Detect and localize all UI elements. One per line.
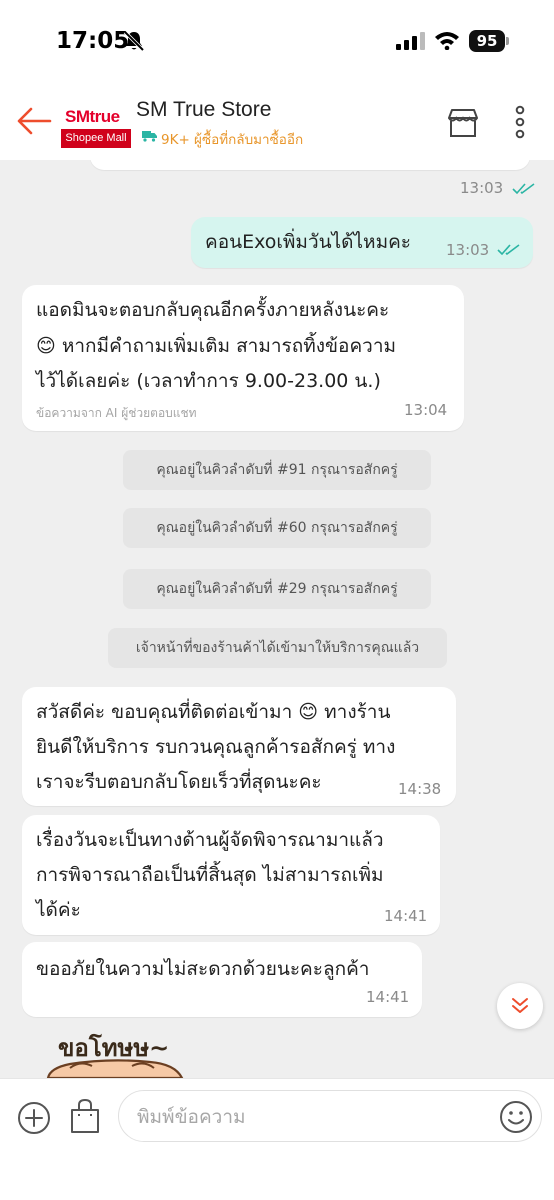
store-name[interactable]: SM True Store: [136, 98, 271, 122]
status-bar: 17:05 95: [0, 0, 554, 82]
store-logo[interactable]: SMtrue Shopee Mall: [61, 107, 131, 151]
double-chevron-down-icon: [512, 998, 528, 1013]
repeat-buyers-text: 9K+ ผู้ซื้อที่กลับมาซื้ออีก: [161, 132, 304, 148]
message-time: 13:04: [404, 401, 448, 419]
sticker-message[interactable]: ขอโทษษ~: [40, 1028, 190, 1078]
message-text: คอนExoเพิ่มวันได้ไหมคะ: [205, 231, 412, 253]
store-message-bubble: สวัสดีค่ะ ขอบคุณที่ติดต่อเข้ามา 😊 ทางร้า…: [22, 687, 456, 806]
system-queue-message: คุณอยู่ในคิวลำดับที่ #60 กรุณารอสักครู่: [123, 508, 431, 548]
message-line: ไว้ได้เลยค่ะ (เวลาทำการ 9.00-23.00 น.): [36, 370, 381, 392]
message-line: ขออภัยในความไม่สะดวกด้วยนะคะลูกค้า: [36, 958, 370, 980]
battery-cap: [506, 37, 509, 45]
message-time: 13:03: [460, 179, 504, 197]
message-line: ได้ค่ะ: [36, 899, 81, 921]
ai-note: ข้อความจาก AI ผู้ช่วยตอบแชท: [36, 406, 197, 420]
message-line: สวัสดีค่ะ ขอบคุณที่ติดต่อเข้ามา 😊 ทางร้า…: [36, 701, 391, 723]
user-message-bubble: คอนExoเพิ่มวันได้ไหมคะ 13:03: [191, 217, 533, 268]
message-line: ยินดีให้บริการ รบกวนคุณลูกค้ารอสักครู่ ท…: [36, 736, 396, 758]
store-message-bubble: ขออภัยในความไม่สะดวกด้วยนะคะลูกค้า 14:41: [22, 942, 422, 1017]
scroll-to-bottom-button[interactable]: [497, 983, 543, 1029]
message-input[interactable]: [137, 1101, 477, 1133]
message-time: 14:38: [398, 780, 442, 798]
shop-icon[interactable]: [446, 108, 480, 138]
battery-indicator: 95: [469, 30, 505, 52]
system-queue-message: คุณอยู่ในคิวลำดับที่ #91 กรุณารอสักครู่: [123, 450, 431, 490]
message-line: เราจะรีบตอบกลับโดยเร็วที่สุดนะคะ: [36, 771, 322, 793]
double-check-icon: [497, 244, 520, 256]
message-time: 14:41: [384, 907, 428, 925]
status-time: 17:05: [56, 28, 130, 54]
message-line: แอดมินจะตอบกลับคุณอีกครั้งภายหลังนะคะ: [36, 299, 390, 321]
message-line: เรื่องวันจะเป็นทางด้านผู้จัดพิจารณามาแล้…: [36, 829, 384, 851]
double-check-icon: [512, 182, 535, 194]
system-queue-message: คุณอยู่ในคิวลำดับที่ #29 กรุณารอสักครู่: [123, 569, 431, 609]
chat-header: SMtrue Shopee Mall SM True Store 9K+ ผู้…: [0, 82, 554, 160]
logo-brand: SMtrue: [65, 107, 120, 126]
emoji-icon[interactable]: [499, 1100, 533, 1134]
message-input-box[interactable]: [118, 1090, 542, 1142]
logo-badge: Shopee Mall: [61, 129, 131, 148]
system-agent-joined-message: เจ้าหน้าที่ของร้านค้าได้เข้ามาให้บริการค…: [108, 628, 447, 668]
truck-icon: [142, 131, 157, 142]
more-options-icon[interactable]: [508, 104, 532, 140]
message-line: 😊 หากมีคำถามเพิ่มเติม สามารถทิ้งข้อความ: [36, 335, 397, 357]
store-message-bubble: เรื่องวันจะเป็นทางด้านผู้จัดพิจารณามาแล้…: [22, 815, 440, 935]
chat-area[interactable]: 13:03 คอนExoเพิ่มวันได้ไหมคะ 13:03 แอดมิ…: [0, 160, 554, 1078]
message-time: 13:03: [446, 241, 490, 259]
shopping-bag-icon[interactable]: [68, 1098, 102, 1134]
message-composer: [0, 1078, 554, 1200]
message-time: 14:41: [366, 988, 410, 1006]
bell-muted-icon: [123, 30, 145, 52]
message-time-row: 13:03: [460, 178, 536, 197]
store-message-bubble: แอดมินจะตอบกลับคุณอีกครั้งภายหลังนะคะ 😊 …: [22, 285, 464, 431]
back-arrow-icon[interactable]: [16, 106, 52, 136]
sticker-character-image: [46, 1059, 184, 1078]
store-message-bubble: [90, 160, 530, 170]
add-attachment-icon[interactable]: [17, 1101, 51, 1135]
message-line: การพิจารณาถือเป็นที่สิ้นสุด ไม่สามารถเพิ…: [36, 864, 384, 886]
signal-icon: [396, 32, 425, 50]
wifi-icon: [435, 32, 459, 50]
